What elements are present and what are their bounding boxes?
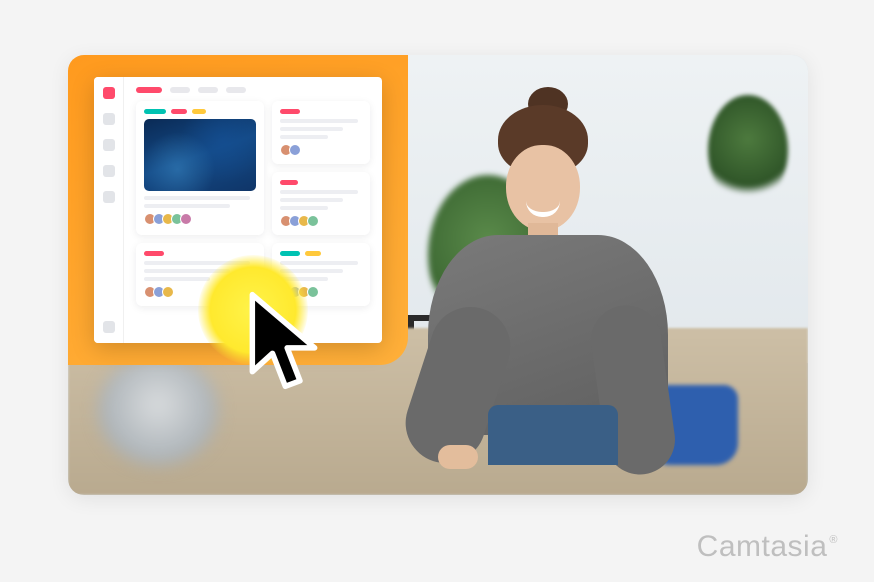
person <box>388 105 688 465</box>
brand-watermark: Camtasia ® <box>697 530 838 564</box>
card-thumbnail <box>144 119 256 191</box>
tag-pill <box>192 109 206 114</box>
mug-foreground <box>98 355 218 465</box>
card-small-b[interactable] <box>272 172 370 235</box>
card-small-a[interactable] <box>272 101 370 164</box>
avatar <box>307 215 319 227</box>
sidebar-item-home[interactable] <box>103 113 115 125</box>
avatar <box>180 213 192 225</box>
sidebar-item-projects[interactable] <box>103 139 115 151</box>
cursor-arrow-icon <box>244 291 334 401</box>
tag-pill <box>280 180 298 185</box>
tab-c[interactable] <box>198 87 218 93</box>
card-tags <box>280 180 362 185</box>
sidebar-item-mail[interactable] <box>103 191 115 203</box>
tab-d[interactable] <box>226 87 246 93</box>
card-avatars <box>280 144 362 156</box>
hero-image <box>68 55 808 495</box>
tag-pill <box>144 251 164 256</box>
card-tags <box>280 109 362 114</box>
avatar <box>162 286 174 298</box>
registered-mark-icon: ® <box>829 534 838 546</box>
card-text-lines <box>280 190 362 210</box>
tab-active[interactable] <box>136 87 162 93</box>
sidebar-item-settings[interactable] <box>103 321 115 333</box>
card-feature[interactable] <box>136 101 264 235</box>
avatar <box>289 144 301 156</box>
tag-pill <box>305 251 321 256</box>
plant-decor-small <box>708 95 788 205</box>
sidebar-item-logo[interactable] <box>103 87 115 99</box>
card-avatars <box>280 215 362 227</box>
card-tags <box>280 251 362 256</box>
tag-pill <box>280 251 300 256</box>
tab-bar <box>136 87 370 93</box>
tag-pill <box>280 109 300 114</box>
sidebar-item-files[interactable] <box>103 165 115 177</box>
card-text-lines <box>280 119 362 139</box>
tab-b[interactable] <box>170 87 190 93</box>
card-tags <box>144 251 256 256</box>
card-text-lines <box>144 196 256 208</box>
card-avatars <box>144 213 256 225</box>
tag-pill <box>171 109 187 114</box>
tag-pill <box>144 109 166 114</box>
brand-name: Camtasia <box>697 530 828 564</box>
card-tags <box>144 109 256 114</box>
app-sidebar <box>94 77 124 343</box>
